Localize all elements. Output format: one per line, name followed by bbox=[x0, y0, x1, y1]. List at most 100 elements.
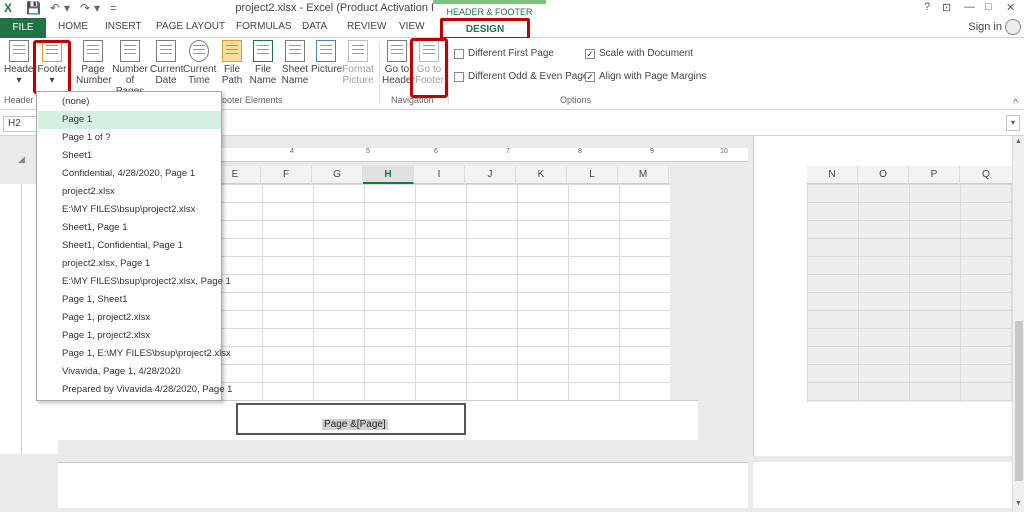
vertical-scrollbar[interactable]: ▲ ▼ bbox=[1012, 136, 1024, 512]
scrollbar-thumb[interactable] bbox=[1015, 321, 1023, 481]
footer-area[interactable]: Page &[Page] bbox=[58, 400, 698, 440]
tab-formulas[interactable]: FORMULAS bbox=[236, 21, 292, 32]
footer-option[interactable]: (none) bbox=[38, 93, 221, 111]
tab-data[interactable]: DATA bbox=[302, 21, 327, 32]
format-picture-icon bbox=[348, 40, 368, 62]
sheet-grid-icon bbox=[285, 40, 305, 62]
tab-view[interactable]: VIEW bbox=[399, 21, 425, 32]
footer-center-section[interactable]: Page &[Page] bbox=[236, 403, 466, 435]
footer-option[interactable]: project2.xlsx bbox=[38, 183, 221, 201]
name-box[interactable]: H2 bbox=[3, 116, 37, 132]
tab-insert[interactable]: INSERT bbox=[105, 21, 142, 32]
picture-button[interactable]: Picture bbox=[311, 40, 342, 75]
go-to-header-button[interactable]: Go to Header bbox=[382, 40, 415, 86]
account-avatar[interactable] bbox=[1005, 19, 1021, 35]
column-header[interactable]: O bbox=[858, 166, 909, 184]
tab-page-layout[interactable]: PAGE LAYOUT bbox=[156, 21, 225, 32]
column-header[interactable]: Q bbox=[960, 166, 1013, 184]
column-header[interactable]: J bbox=[465, 166, 516, 184]
column-header[interactable]: I bbox=[414, 166, 465, 184]
column-header[interactable]: G bbox=[312, 166, 363, 184]
title-bar: X 💾 ↶ ▾ ↷ ▾ = project2.xlsx - Excel (Pro… bbox=[0, 0, 1024, 34]
footer-option[interactable]: Page 1, project2.xlsx bbox=[38, 309, 221, 327]
page-number-icon bbox=[83, 40, 103, 62]
select-all-corner-icon[interactable]: ◢ bbox=[18, 154, 25, 165]
group-label-options: Options bbox=[560, 95, 592, 105]
collapse-ribbon-icon[interactable]: ^ bbox=[1013, 98, 1018, 109]
align-with-margins-checkbox[interactable]: ✓ Align with Page Margins bbox=[585, 71, 706, 82]
sign-in-link[interactable]: Sign in bbox=[968, 21, 1002, 33]
different-first-page-checkbox[interactable]: Different First Page bbox=[454, 48, 554, 59]
footer-option[interactable]: E:\MY FILES\bsup\project2.xlsx bbox=[38, 201, 221, 219]
current-time-button[interactable]: Current Time bbox=[183, 40, 216, 86]
expand-formula-bar-icon[interactable]: ▾ bbox=[1006, 115, 1020, 131]
column-header-selected[interactable]: H bbox=[363, 166, 414, 184]
footer-option[interactable]: Vivavida, Page 1, 4/28/2020 bbox=[38, 363, 221, 381]
ribbon-tabs: FILE HOME INSERT PAGE LAYOUT FORMULAS DA… bbox=[0, 18, 1024, 40]
maximize-icon[interactable]: □ bbox=[985, 1, 992, 13]
folder-icon bbox=[222, 40, 242, 62]
footer-field-text[interactable]: Page &[Page] bbox=[322, 419, 388, 430]
format-picture-button[interactable]: Format Picture bbox=[342, 40, 374, 86]
group-label-navigation: Navigation bbox=[391, 95, 434, 105]
vertical-ruler bbox=[6, 184, 22, 454]
checkmark-icon[interactable]: ✓ bbox=[585, 71, 595, 82]
different-odd-even-checkbox[interactable]: Different Odd & Even Pages bbox=[454, 71, 593, 82]
column-header[interactable]: P bbox=[909, 166, 960, 184]
go-to-footer-highlight-box bbox=[410, 38, 448, 98]
excel-file-icon bbox=[253, 40, 273, 62]
checkmark-icon[interactable]: ✓ bbox=[585, 48, 595, 59]
footer-option[interactable]: Confidential, 4/28/2020, Page 1 bbox=[38, 165, 221, 183]
file-name-button[interactable]: File Name bbox=[249, 40, 277, 86]
column-header[interactable]: M bbox=[618, 166, 669, 184]
column-header[interactable]: L bbox=[567, 166, 618, 184]
checkbox-box[interactable] bbox=[454, 48, 464, 59]
tab-home[interactable]: HOME bbox=[58, 21, 88, 32]
horizontal-ruler: 4 5 6 7 8 9 10 bbox=[220, 148, 748, 162]
footer-option[interactable]: project2.xlsx, Page 1 bbox=[38, 255, 221, 273]
column-header[interactable]: N bbox=[807, 166, 858, 184]
scroll-down-icon[interactable]: ▼ bbox=[1015, 500, 1022, 507]
footer-option[interactable]: Sheet1, Page 1 bbox=[38, 219, 221, 237]
column-headers-page2: N O P Q bbox=[807, 166, 1013, 184]
checkbox-box[interactable] bbox=[454, 71, 464, 82]
scroll-up-icon[interactable]: ▲ bbox=[1015, 138, 1022, 145]
ribbon-separator bbox=[448, 42, 449, 104]
column-header[interactable]: F bbox=[261, 166, 312, 184]
header-button[interactable]: Header ▾ bbox=[4, 40, 37, 86]
cell-grid-page2[interactable] bbox=[807, 184, 1013, 402]
footer-option[interactable]: E:\MY FILES\bsup\project2.xlsx, Page 1 bbox=[38, 273, 231, 291]
header-icon bbox=[9, 40, 29, 62]
tab-design[interactable]: DESIGN bbox=[440, 18, 530, 40]
footer-option[interactable]: Page 1, project2.xlsx bbox=[38, 327, 221, 345]
footer-option[interactable]: Sheet1, Confidential, Page 1 bbox=[38, 237, 221, 255]
column-header[interactable]: K bbox=[516, 166, 567, 184]
close-icon[interactable]: ✕ bbox=[1006, 1, 1015, 14]
clock-icon bbox=[189, 40, 209, 62]
group-label-elements: ooter Elements bbox=[222, 95, 283, 105]
footer-option[interactable]: Page 1, Sheet1 bbox=[38, 291, 221, 309]
next-page: N O P Q bbox=[753, 136, 1013, 456]
minimize-icon[interactable]: — bbox=[964, 1, 975, 13]
picture-icon bbox=[316, 40, 336, 62]
current-date-button[interactable]: Current Date bbox=[150, 40, 183, 86]
tab-review[interactable]: REVIEW bbox=[347, 21, 386, 32]
file-path-button[interactable]: File Path bbox=[218, 40, 246, 86]
number-of-pages-icon bbox=[120, 40, 140, 62]
help-icon[interactable]: ? bbox=[924, 1, 930, 13]
scale-with-document-checkbox[interactable]: ✓ Scale with Document bbox=[585, 48, 693, 59]
number-of-pages-button[interactable]: Numberof Pages bbox=[112, 40, 148, 97]
tab-file[interactable]: FILE bbox=[0, 18, 46, 38]
footer-option[interactable]: Prepared by Vivavida 4/28/2020, Page 1 bbox=[38, 381, 232, 399]
footer-option[interactable]: Page 1 of ? bbox=[38, 129, 221, 147]
footer-dropdown-menu: (none) Page 1 Page 1 of ? Sheet1 Confide… bbox=[36, 91, 232, 401]
footer-option-highlighted[interactable]: Page 1 bbox=[38, 111, 221, 129]
sheet-name-button[interactable]: Sheet Name bbox=[280, 40, 310, 86]
header-footer-tools-label: HEADER & FOOTER TOOLS bbox=[433, 0, 546, 34]
footer-option[interactable]: Sheet1 bbox=[38, 147, 221, 165]
footer-highlight-box bbox=[33, 40, 71, 94]
ribbon-separator bbox=[379, 42, 380, 104]
footer-option[interactable]: Page 1, E:\MY FILES\bsup\project2.xlsx bbox=[38, 345, 231, 363]
page-number-button[interactable]: Page Number bbox=[76, 40, 112, 86]
ribbon-display-icon[interactable]: ⊡ bbox=[942, 1, 951, 14]
